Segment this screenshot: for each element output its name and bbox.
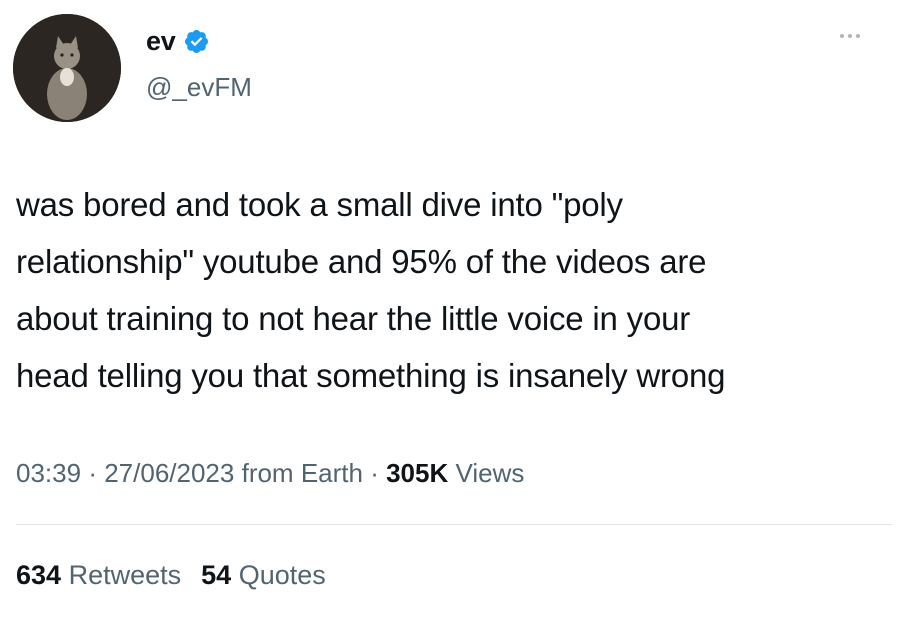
avatar[interactable]	[13, 14, 121, 122]
meta-separator: ·	[88, 458, 97, 488]
quotes-stat[interactable]: 54 Quotes	[201, 560, 326, 590]
retweets-label: Retweets	[68, 560, 182, 590]
tweet-source: from Earth	[241, 458, 363, 488]
retweets-count: 634	[16, 560, 62, 590]
tweet-meta: 03:39 · 27/06/2023 from Earth · 305K Vie…	[16, 458, 524, 489]
more-options-icon[interactable]	[840, 34, 860, 38]
quotes-count: 54	[201, 560, 232, 590]
user-handle[interactable]: @_evFM	[146, 72, 252, 103]
views-count: 305K	[386, 458, 449, 488]
tweet-card: ev @_evFM was bored and took a small div…	[0, 0, 900, 621]
tweet-time[interactable]: 03:39	[16, 458, 81, 488]
verified-badge-icon	[183, 28, 210, 55]
retweets-stat[interactable]: 634 Retweets	[16, 560, 181, 590]
divider	[16, 524, 892, 525]
tweet-text: was bored and took a small dive into "po…	[16, 186, 726, 394]
engagement-stats: 634 Retweets 54 Quotes	[16, 560, 326, 591]
quotes-label: Quotes	[238, 560, 326, 590]
display-name-row: ev	[146, 26, 210, 57]
display-name[interactable]: ev	[146, 26, 176, 57]
cat-avatar-icon	[13, 14, 121, 122]
views-label: Views	[455, 458, 525, 488]
tweet-date[interactable]: 27/06/2023	[104, 458, 234, 488]
meta-separator: ·	[362, 458, 387, 488]
